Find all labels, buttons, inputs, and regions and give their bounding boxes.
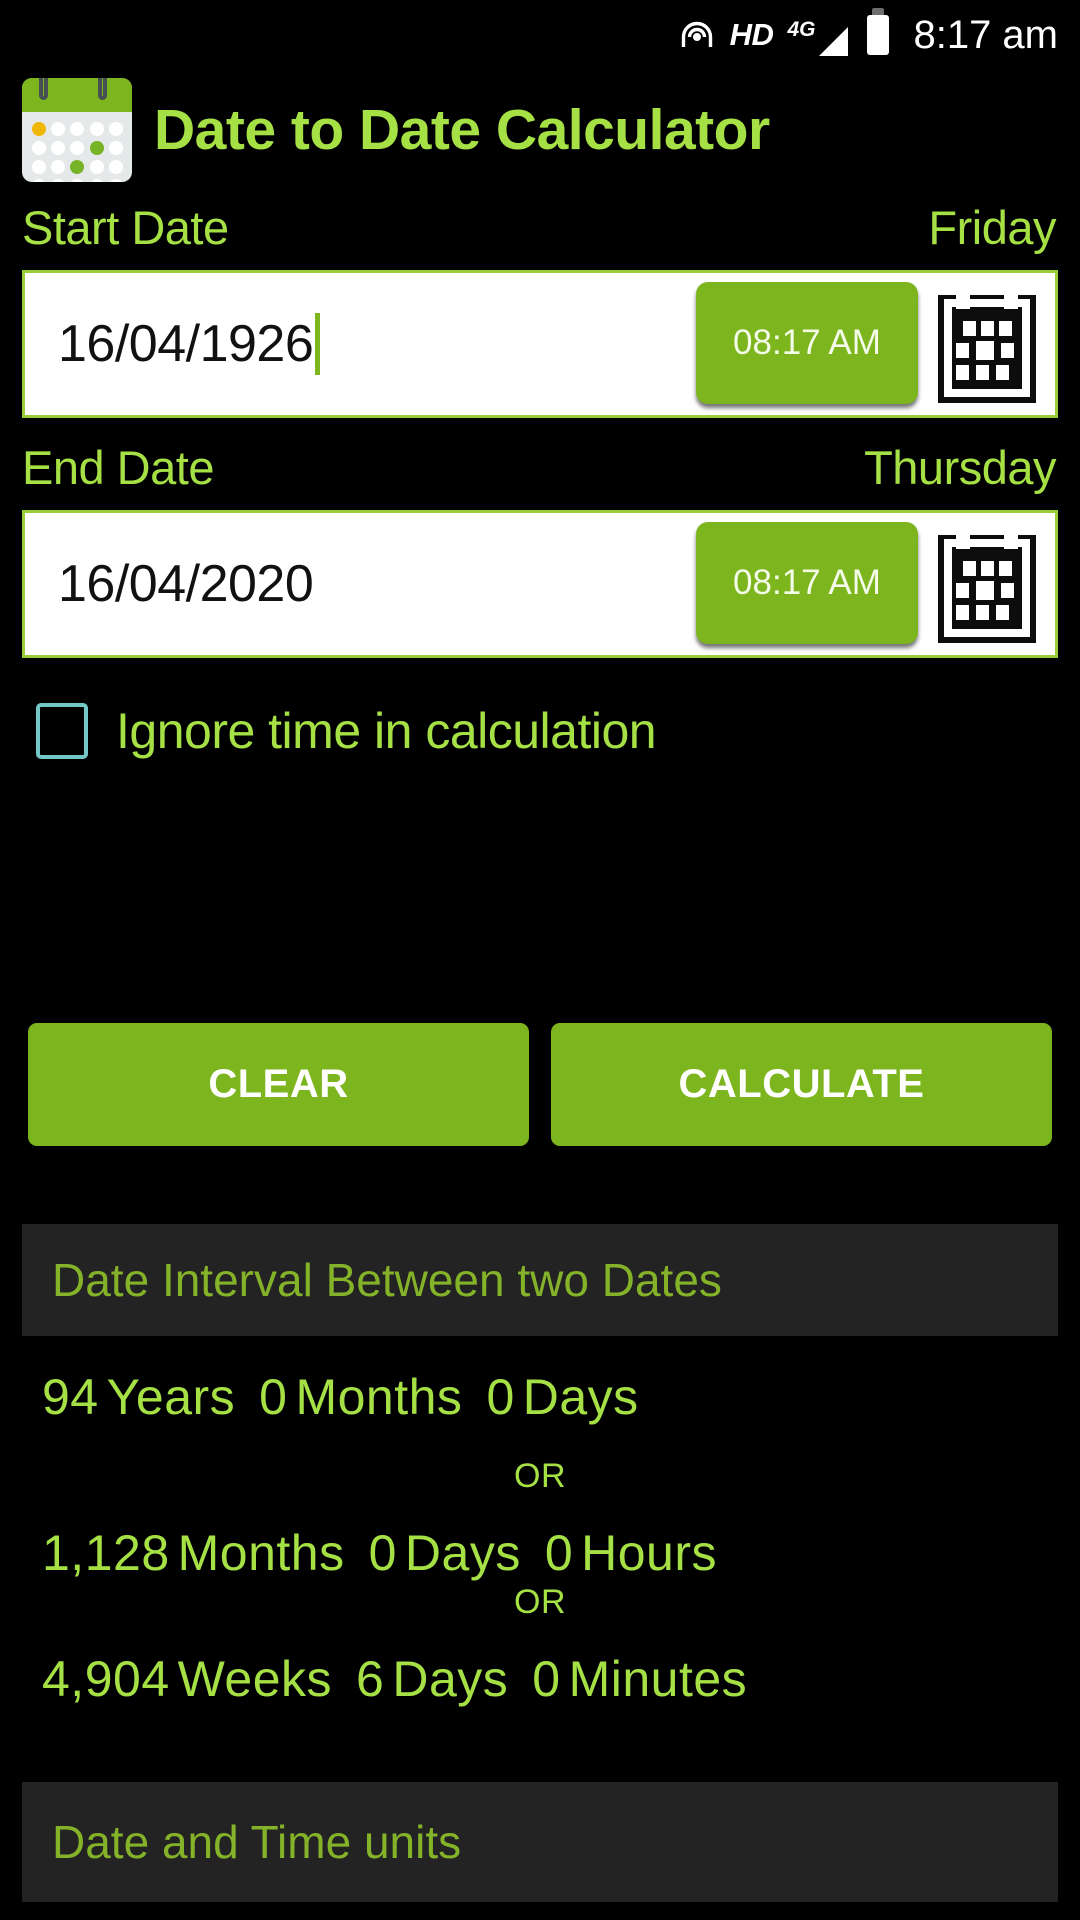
app-header: Date to Date Calculator bbox=[0, 78, 1080, 182]
action-button-row: CLEAR CALCULATE bbox=[0, 1023, 1080, 1146]
end-date-value: 16/04/2020 bbox=[58, 555, 314, 613]
interval-3-unit-1: Weeks bbox=[177, 1651, 333, 1707]
interval-1-value-3: 0 bbox=[486, 1369, 515, 1425]
start-date-value: 16/04/1926 bbox=[58, 315, 314, 373]
start-calendar-button[interactable] bbox=[922, 276, 1052, 412]
start-date-block: Start Date Friday 16/04/1926 08:17 AM bbox=[0, 200, 1080, 418]
interval-1-unit-2: Months bbox=[295, 1369, 463, 1425]
interval-section-title: Date Interval Between two Dates bbox=[52, 1254, 722, 1306]
interval-1-value-2: 0 bbox=[259, 1369, 288, 1425]
hotspot-signal-icon bbox=[678, 16, 716, 54]
interval-line-3: 4,904 Weeks 6 Days 0 Minutes bbox=[0, 1650, 1080, 1708]
ignore-time-row[interactable]: Ignore time in calculation bbox=[36, 702, 657, 760]
interval-3-value-1: 4,904 bbox=[42, 1651, 170, 1707]
start-date-label-row: Start Date Friday bbox=[0, 200, 1080, 260]
units-section-title: Date and Time units bbox=[52, 1816, 462, 1868]
interval-3-unit-2: Days bbox=[392, 1651, 509, 1707]
interval-2-unit-1: Months bbox=[177, 1525, 345, 1581]
interval-line-2: 1,128 Months 0 Days 0 Hours bbox=[0, 1524, 1080, 1582]
interval-1-unit-1: Years bbox=[106, 1369, 236, 1425]
interval-2-value-2: 0 bbox=[368, 1525, 397, 1581]
interval-3-unit-3: Minutes bbox=[568, 1651, 748, 1707]
or-separator-2: OR bbox=[514, 1583, 566, 1621]
text-caret bbox=[315, 313, 321, 375]
end-date-row: 16/04/2020 08:17 AM bbox=[22, 510, 1058, 658]
interval-3-value-3: 0 bbox=[532, 1651, 561, 1707]
start-date-label: Start Date bbox=[22, 201, 229, 254]
end-date-block: End Date Thursday 16/04/2020 08:17 AM bbox=[0, 440, 1080, 658]
interval-section-header: Date Interval Between two Dates bbox=[22, 1224, 1058, 1336]
calendar-picker-icon bbox=[934, 521, 1040, 647]
page-title: Date to Date Calculator bbox=[154, 98, 770, 162]
status-bar: HD 4G 8:17 am bbox=[0, 0, 1080, 70]
start-time-button[interactable]: 08:17 AM bbox=[696, 282, 918, 404]
calculate-button[interactable]: CALCULATE bbox=[551, 1023, 1052, 1146]
signal-bars-icon bbox=[816, 25, 849, 58]
ignore-time-label: Ignore time in calculation bbox=[116, 703, 657, 759]
ignore-time-checkbox[interactable] bbox=[36, 703, 88, 759]
calendar-app-icon bbox=[22, 78, 132, 182]
interval-line-1: 94 Years 0 Months 0 Days bbox=[0, 1368, 1080, 1426]
end-date-label: End Date bbox=[22, 441, 214, 494]
start-date-row: 16/04/1926 08:17 AM bbox=[22, 270, 1058, 418]
hd-label: HD bbox=[729, 17, 774, 52]
interval-2-unit-2: Days bbox=[404, 1525, 521, 1581]
interval-2-value-3: 0 bbox=[544, 1525, 574, 1581]
end-date-input[interactable]: 16/04/2020 bbox=[28, 516, 696, 652]
status-clock: 8:17 am bbox=[913, 12, 1058, 57]
start-date-input[interactable]: 16/04/1926 bbox=[28, 276, 696, 412]
battery-icon bbox=[867, 8, 890, 55]
network-label: 4G bbox=[787, 17, 816, 41]
interval-1-unit-3: Days bbox=[522, 1369, 639, 1425]
calendar-picker-icon bbox=[934, 281, 1040, 407]
end-time-button[interactable]: 08:17 AM bbox=[696, 522, 918, 644]
end-date-weekday: Thursday bbox=[864, 441, 1056, 494]
interval-3-value-2: 6 bbox=[356, 1651, 385, 1707]
end-calendar-button[interactable] bbox=[922, 516, 1052, 652]
end-date-label-row: End Date Thursday bbox=[0, 440, 1080, 500]
or-separator-1: OR bbox=[514, 1457, 566, 1495]
interval-2-unit-3: Hours bbox=[581, 1525, 718, 1581]
interval-1-value-1: 94 bbox=[42, 1369, 99, 1425]
network-indicator: 4G bbox=[787, 17, 849, 56]
interval-2-value-1: 1,128 bbox=[42, 1525, 170, 1581]
start-date-weekday: Friday bbox=[928, 201, 1056, 254]
clear-button[interactable]: CLEAR bbox=[28, 1023, 529, 1146]
units-section-header: Date and Time units bbox=[22, 1782, 1058, 1902]
